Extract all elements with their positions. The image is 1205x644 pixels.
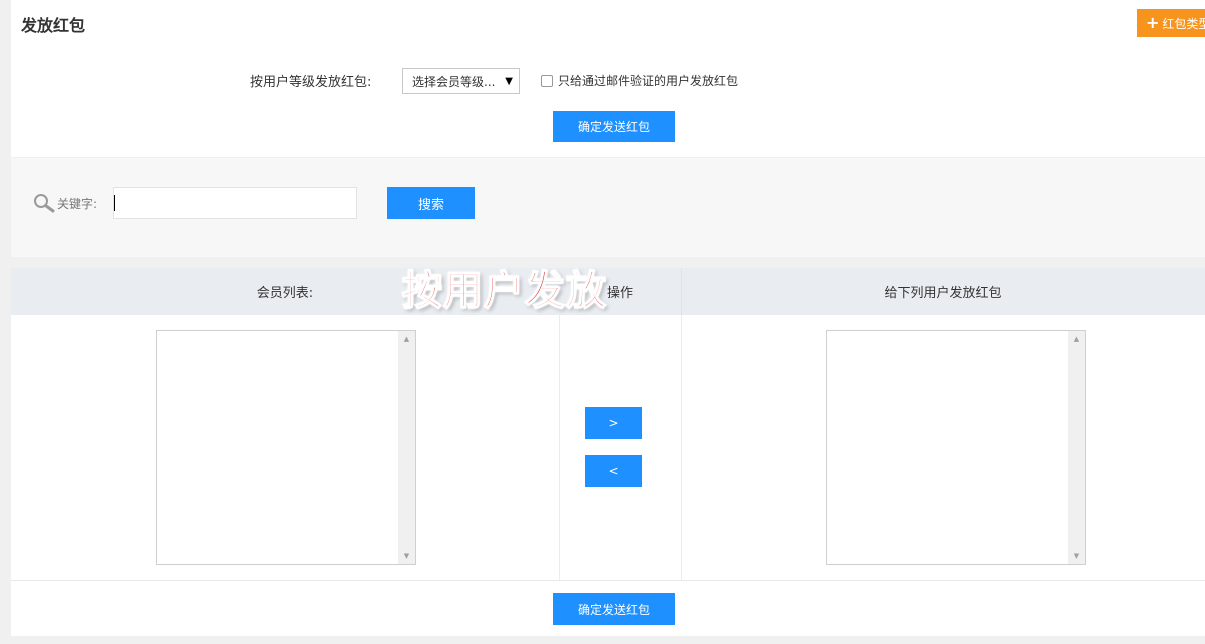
keyword-input[interactable] — [113, 187, 357, 219]
search-panel: 关键字: 搜索 — [11, 158, 1205, 257]
email-verified-checkbox[interactable] — [541, 74, 553, 87]
confirm-send-to-users-button[interactable]: 确定发送红包 — [553, 593, 675, 625]
header-divider — [681, 268, 682, 315]
search-button[interactable]: 搜索 — [387, 187, 475, 219]
dropdown-arrow-icon: ▼ — [505, 75, 513, 87]
send-by-level-panel: 发放红包 + 红包类型 按用户等级发放红包: 选择会员等级... ▼ 只给通过邮… — [11, 0, 1205, 157]
scroll-up-icon[interactable]: ▲ — [398, 335, 415, 343]
add-user-button[interactable]: > — [585, 407, 642, 439]
member-level-select-value: 选择会员等级... — [412, 74, 496, 89]
page-title: 发放红包 — [21, 16, 86, 35]
overlay-caption: 按用户发放 — [401, 267, 607, 315]
scroll-down-icon[interactable]: ▼ — [1068, 552, 1085, 560]
column-divider — [681, 315, 682, 580]
scroll-up-icon[interactable]: ▲ — [1068, 335, 1085, 343]
remove-user-button[interactable]: < — [585, 455, 642, 487]
scrollbar[interactable]: ▲ ▼ — [1068, 331, 1085, 564]
column-divider — [559, 315, 560, 580]
scroll-down-icon[interactable]: ▼ — [398, 552, 415, 560]
plus-icon: + — [1146, 13, 1160, 32]
confirm-send-by-level-button[interactable]: 确定发送红包 — [553, 111, 675, 142]
add-bonus-type-button[interactable]: + 红包类型 — [1137, 9, 1205, 37]
member-list-box[interactable]: ▲ ▼ — [156, 330, 416, 565]
email-verified-option: 只给通过邮件验证的用户发放红包 — [541, 72, 738, 89]
text-cursor — [114, 195, 115, 211]
keyword-label: 关键字: — [57, 197, 98, 211]
table-header: 会员列表: 操作 给下列用户发放红包 — [11, 268, 1205, 315]
user-transfer-table: 会员列表: 操作 给下列用户发放红包 ▲ ▼ > < ▲ ▼ 确定发送红包 — [11, 268, 1205, 636]
user-level-label: 按用户等级发放红包: — [250, 75, 372, 90]
email-verified-label: 只给通过邮件验证的用户发放红包 — [558, 74, 739, 88]
scrollbar[interactable]: ▲ ▼ — [398, 331, 415, 564]
recipients-column-header: 给下列用户发放红包 — [884, 286, 1002, 301]
search-icon — [33, 193, 55, 216]
add-bonus-type-label: 红包类型 — [1162, 16, 1205, 31]
row-divider — [11, 580, 1205, 581]
member-level-select[interactable]: 选择会员等级... ▼ — [402, 68, 520, 94]
recipient-list-box[interactable]: ▲ ▼ — [826, 330, 1086, 565]
